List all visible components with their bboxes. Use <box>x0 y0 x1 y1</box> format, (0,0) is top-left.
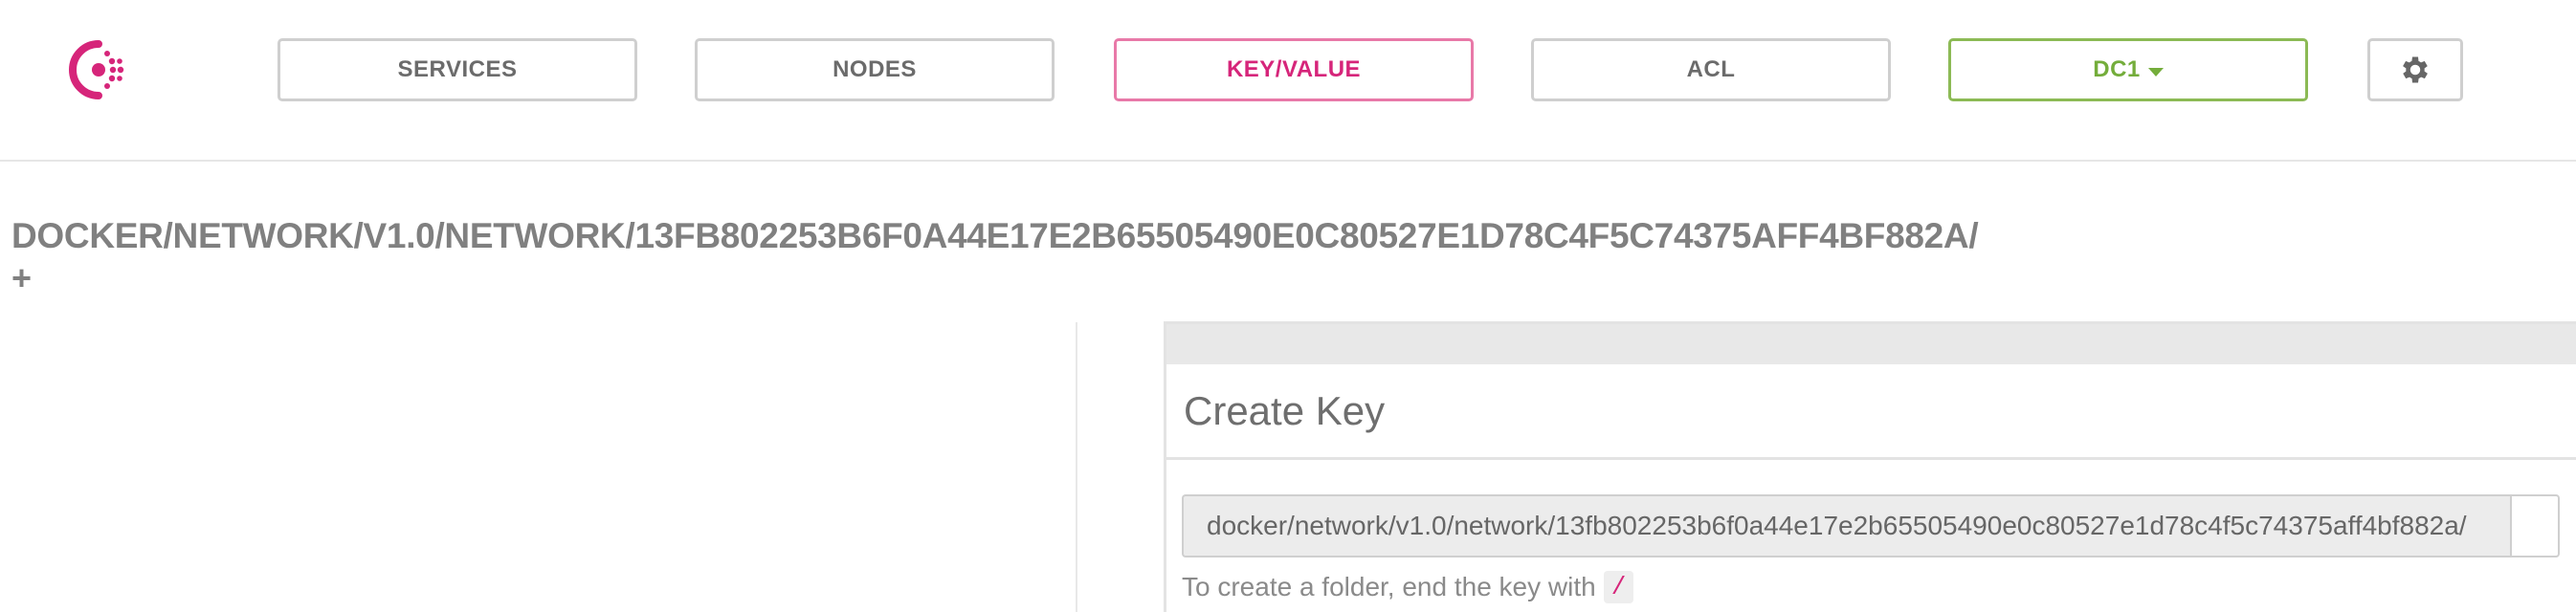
gear-icon <box>2403 56 2428 83</box>
top-navigation-bar: SERVICES NODES KEY/VALUE ACL DC1 <box>0 0 2576 162</box>
datacenter-dropdown[interactable]: DC1 <box>1948 38 2308 101</box>
create-key-panel: Create Key To create a folder, end the k… <box>1164 321 2576 612</box>
create-key-title: Create Key <box>1166 364 2576 460</box>
folder-slash-code: / <box>1603 571 1634 603</box>
column-divider <box>1076 322 1077 612</box>
folder-help-label: To create a folder, end the key with <box>1182 572 1596 601</box>
settings-button[interactable] <box>2367 38 2463 101</box>
key-name-input[interactable] <box>1182 494 2510 557</box>
nav-nodes-button[interactable]: NODES <box>695 38 1055 101</box>
nav-services-button[interactable]: SERVICES <box>278 38 637 101</box>
caret-down-icon <box>2147 67 2164 76</box>
folder-help-text: To create a folder, end the key with / <box>1182 571 1634 603</box>
add-key-link[interactable]: + <box>11 258 32 298</box>
key-input-addon[interactable] <box>2510 494 2560 557</box>
key-path-title: DOCKER/NETWORK/V1.0/NETWORK/13FB802253B6… <box>11 216 1979 255</box>
datacenter-label: DC1 <box>2093 56 2141 82</box>
consul-logo-icon[interactable] <box>65 36 132 103</box>
key-input-group <box>1182 494 2560 557</box>
panel-header-bar <box>1166 324 2576 364</box>
nav-acl-button[interactable]: ACL <box>1531 38 1891 101</box>
nav-key-value-button[interactable]: KEY/VALUE <box>1114 38 1474 101</box>
